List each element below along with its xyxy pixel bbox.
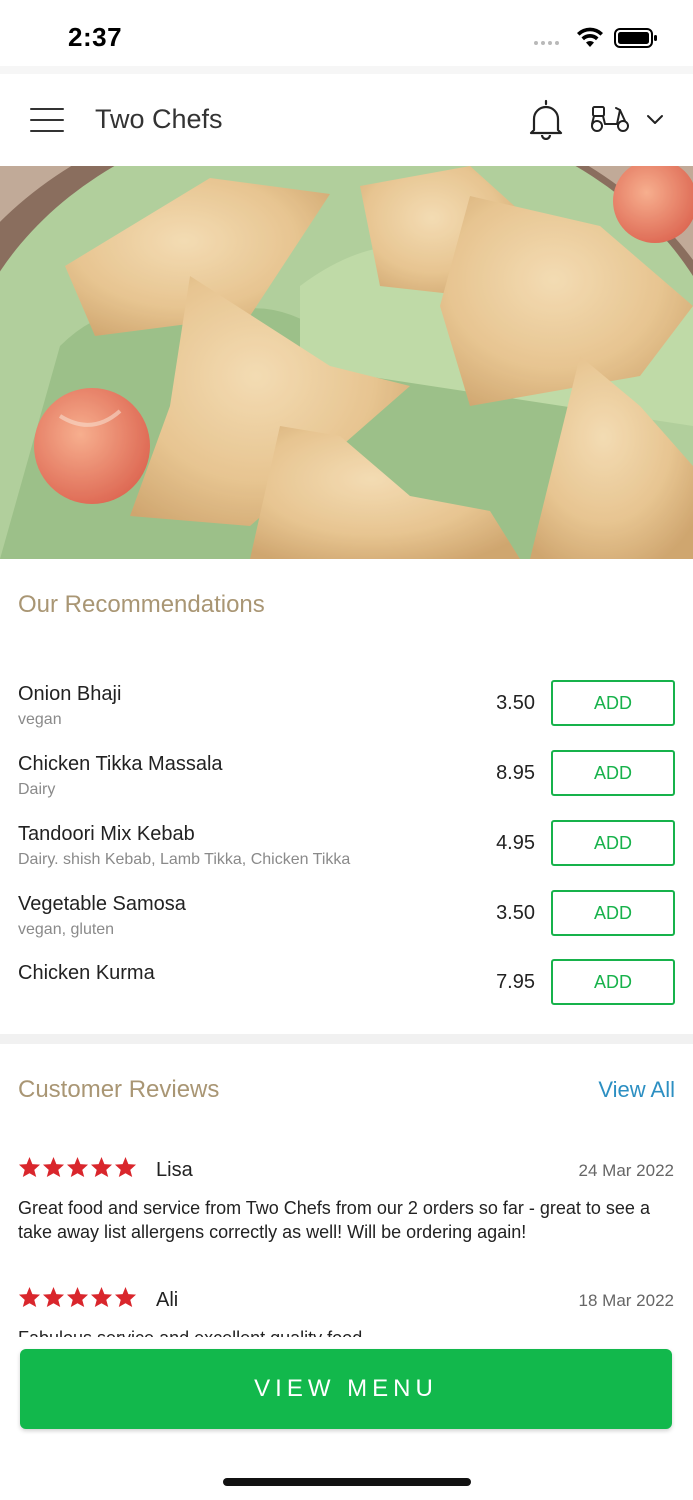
chevron-down-icon[interactable] [646,114,664,126]
item-price: 3.50 [496,902,535,924]
item-price: 7.95 [496,971,535,993]
star-icon [18,1286,41,1308]
hero-image [0,166,693,559]
item-name: Onion Bhaji [18,683,122,705]
item-desc: Dairy. shish Kebab, Lamb Tikka, Chicken … [18,851,351,868]
star-icon [42,1156,65,1178]
star-rating [18,1286,137,1308]
add-button[interactable]: ADD [551,750,675,796]
add-button[interactable]: ADD [551,820,675,866]
add-button[interactable]: ADD [551,959,675,1005]
reviews-list[interactable]: Lisa 24 Mar 2022 Great food and service … [0,1140,693,1337]
bell-icon[interactable] [526,98,566,140]
item-desc: vegan, gluten [18,921,115,938]
header-separator [0,66,693,74]
status-bar: 2:37 [0,0,693,70]
star-icon [66,1286,89,1308]
section-divider [0,1034,693,1044]
cellular-signal-icon [534,41,559,45]
recommendations-title: Our Recommendations [18,591,265,618]
item-name: Chicken Kurma [18,962,155,984]
review-date: 18 Mar 2022 [578,1291,674,1310]
app-header: Two Chefs [0,74,693,166]
review-text: Fabulous service and excellent quality f… [18,1326,678,1337]
item-name: Vegetable Samosa [18,893,186,915]
star-icon [114,1286,137,1308]
reviewer-name: Lisa [156,1159,193,1181]
scooter-icon[interactable] [589,102,631,134]
list-item: Chicken Tikka Massala Dairy 8.95 ADD [0,750,693,823]
reviews-title: Customer Reviews [18,1076,220,1103]
menu-icon[interactable] [30,108,64,132]
list-item: Onion Bhaji vegan 3.50 ADD [0,680,693,753]
star-icon [114,1156,137,1178]
add-button[interactable]: ADD [551,680,675,726]
item-name: Chicken Tikka Massala [18,753,223,775]
item-price: 8.95 [496,762,535,784]
item-price: 4.95 [496,832,535,854]
status-time: 2:37 [68,22,123,52]
view-all-link[interactable]: View All [598,1077,675,1103]
list-item: Vegetable Samosa vegan, gluten 3.50 ADD [0,890,693,963]
item-name: Tandoori Mix Kebab [18,823,195,845]
item-price: 3.50 [496,692,535,714]
page-title: Two Chefs [95,104,223,134]
review-date: 24 Mar 2022 [578,1161,674,1180]
star-rating [18,1156,137,1178]
wifi-icon [577,27,603,47]
view-menu-button[interactable]: VIEW MENU [20,1349,672,1429]
item-desc: Dairy [18,781,56,798]
review-text: Great food and service from Two Chefs fr… [18,1198,650,1242]
item-desc: vegan [18,711,62,728]
star-icon [66,1156,89,1178]
list-item: Tandoori Mix Kebab Dairy. shish Kebab, L… [0,820,693,893]
home-indicator [223,1478,471,1486]
star-icon [18,1156,41,1178]
reviewer-name: Ali [156,1289,179,1311]
battery-icon [614,28,657,48]
star-icon [90,1156,113,1178]
star-icon [42,1286,65,1308]
add-button[interactable]: ADD [551,890,675,936]
list-item: Chicken Kurma 7.95 ADD [0,959,693,1032]
star-icon [90,1286,113,1308]
